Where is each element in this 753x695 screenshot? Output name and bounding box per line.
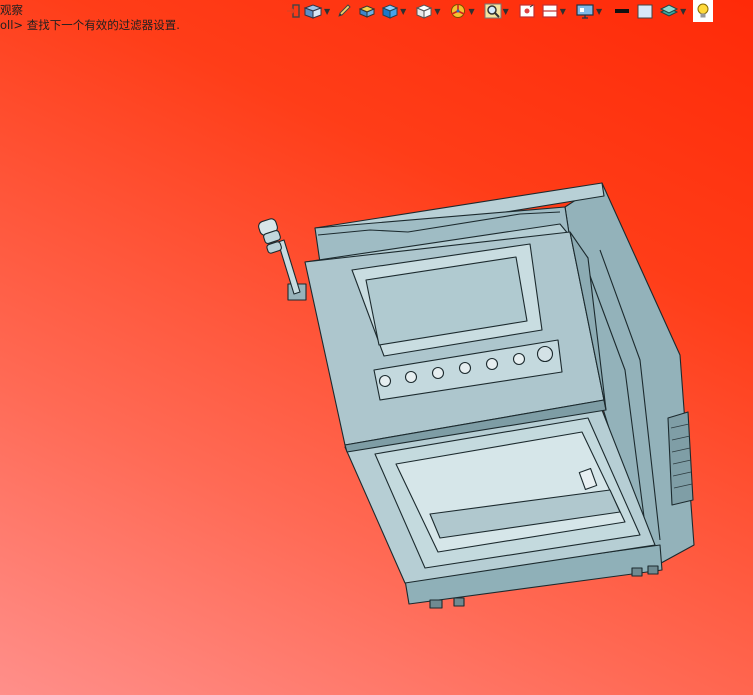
machine-3d-model[interactable]	[0, 0, 753, 695]
control-button[interactable]	[378, 374, 392, 388]
graphics-viewport[interactable]: 观察 oll> 查找下一个有效的过滤器设置. ▼ ▼ ▼ ▼ ▼ ▼ ▼ ▼	[0, 0, 753, 695]
control-button[interactable]	[404, 370, 418, 384]
emergency-stop-knob[interactable]	[536, 345, 554, 363]
control-button[interactable]	[431, 366, 445, 380]
control-button[interactable]	[512, 352, 526, 366]
control-button[interactable]	[458, 361, 472, 375]
control-button[interactable]	[485, 357, 499, 371]
